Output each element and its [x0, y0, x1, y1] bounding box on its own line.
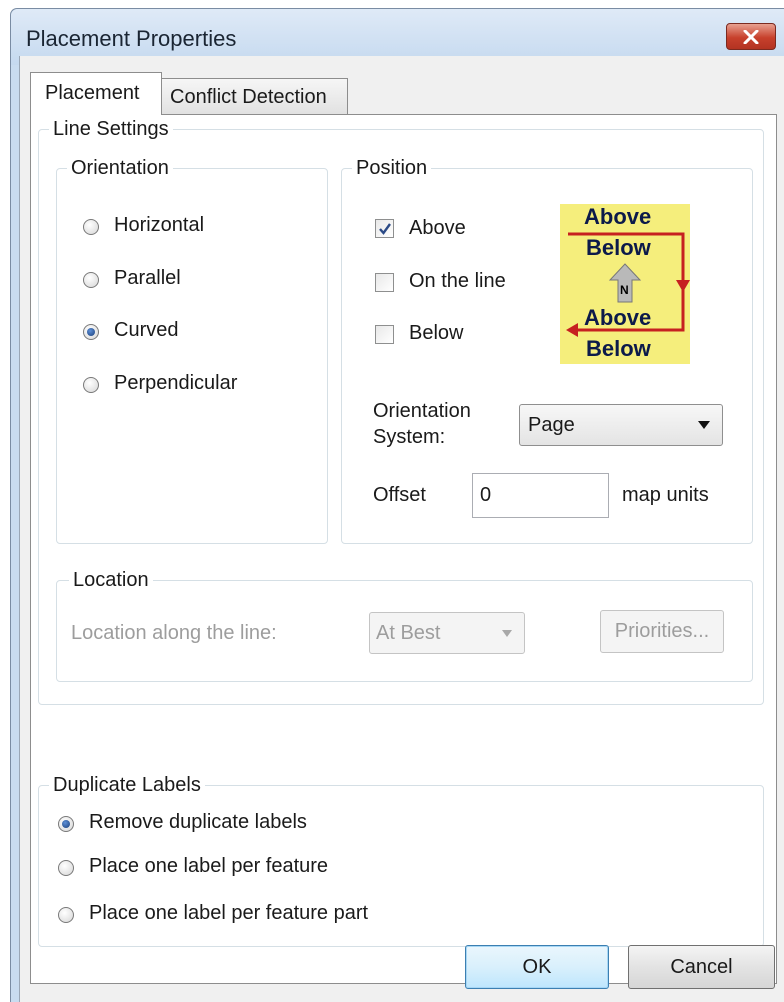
line-settings-legend: Line Settings: [49, 116, 173, 142]
offset-value: 0: [480, 484, 492, 506]
tab-conflict-detection[interactable]: Conflict Detection: [161, 78, 348, 115]
line-settings-group: Line Settings Orientation Horizontal Par…: [38, 116, 764, 705]
position-above-label: Above: [409, 217, 466, 239]
orientation-system-label-1: Orientation: [373, 400, 471, 422]
one-label-per-feature-part-label: Place one label per feature part: [89, 902, 369, 924]
orientation-curved-label: Curved: [114, 319, 179, 341]
location-along-value: At Best: [376, 622, 441, 644]
ok-button[interactable]: OK: [465, 945, 609, 989]
orientation-perpendicular-radio[interactable]: [83, 377, 99, 393]
illustration-above-bottom: Above: [584, 305, 652, 330]
checkmark-icon: [378, 222, 391, 235]
orientation-parallel-label: Parallel: [114, 267, 181, 289]
orientation-horizontal-radio[interactable]: [83, 219, 99, 235]
illustration-below-top: Below: [586, 235, 651, 260]
orientation-legend: Orientation: [67, 155, 173, 181]
orientation-curved-radio[interactable]: [83, 324, 99, 340]
location-along-label: Location along the line:: [71, 622, 277, 644]
location-along-dropdown[interactable]: At Best: [369, 612, 525, 654]
chevron-down-icon: [502, 630, 512, 637]
remove-duplicate-labels-label: Remove duplicate labels: [89, 811, 307, 833]
placement-tab-panel: Line Settings Orientation Horizontal Par…: [30, 114, 777, 984]
position-on-the-line-label: On the line: [409, 270, 506, 292]
offset-label: Offset: [373, 484, 426, 506]
position-on-the-line-checkbox[interactable]: [375, 273, 394, 292]
orientation-group: Orientation Horizontal Parallel Curved P…: [56, 155, 328, 544]
position-below-checkbox[interactable]: [375, 325, 394, 344]
offset-units-label: map units: [622, 484, 709, 506]
position-legend: Position: [352, 155, 432, 181]
orientation-parallel-radio[interactable]: [83, 272, 99, 288]
one-label-per-feature-label: Place one label per feature: [89, 855, 329, 877]
orientation-horizontal-label: Horizontal: [114, 214, 205, 236]
position-group: Position Above On the line Below Above B…: [341, 155, 753, 544]
close-button[interactable]: [726, 23, 776, 50]
one-label-per-feature-part-radio[interactable]: [58, 907, 74, 923]
dialog-client-area: Placement Conflict Detection Line Settin…: [19, 56, 784, 1002]
location-legend: Location: [69, 567, 153, 593]
position-above-checkbox[interactable]: [375, 219, 394, 238]
remove-duplicate-labels-radio[interactable]: [58, 816, 74, 832]
ok-button-label: OK: [522, 955, 552, 978]
tab-placement-label: Placement: [45, 82, 140, 104]
priorities-button[interactable]: Priorities...: [600, 610, 724, 653]
orientation-system-label-2: System:: [373, 426, 446, 448]
window-title: Placement Properties: [26, 26, 237, 51]
offset-input[interactable]: 0: [472, 473, 609, 518]
orientation-system-value: Page: [528, 414, 575, 436]
one-label-per-feature-radio[interactable]: [58, 860, 74, 876]
orientation-system-dropdown[interactable]: Page: [519, 404, 723, 446]
priorities-button-label: Priorities...: [614, 620, 710, 642]
duplicate-labels-legend: Duplicate Labels: [49, 772, 205, 798]
position-illustration: Above Below N Above Below: [560, 204, 690, 364]
location-group: Location Location along the line: At Bes…: [56, 567, 753, 682]
tab-placement[interactable]: Placement: [30, 72, 162, 115]
close-icon: [743, 29, 759, 44]
illustration-below-bottom: Below: [586, 336, 651, 361]
north-label: N: [620, 283, 629, 297]
duplicate-labels-group: Duplicate Labels Remove duplicate labels…: [38, 772, 764, 947]
illustration-above-top: Above: [584, 204, 652, 229]
orientation-perpendicular-label: Perpendicular: [114, 372, 238, 394]
position-below-label: Below: [409, 322, 464, 344]
chevron-down-icon: [698, 421, 710, 429]
tab-conflict-detection-label: Conflict Detection: [170, 86, 327, 108]
cancel-button[interactable]: Cancel: [628, 945, 775, 989]
cancel-button-label: Cancel: [670, 955, 733, 978]
